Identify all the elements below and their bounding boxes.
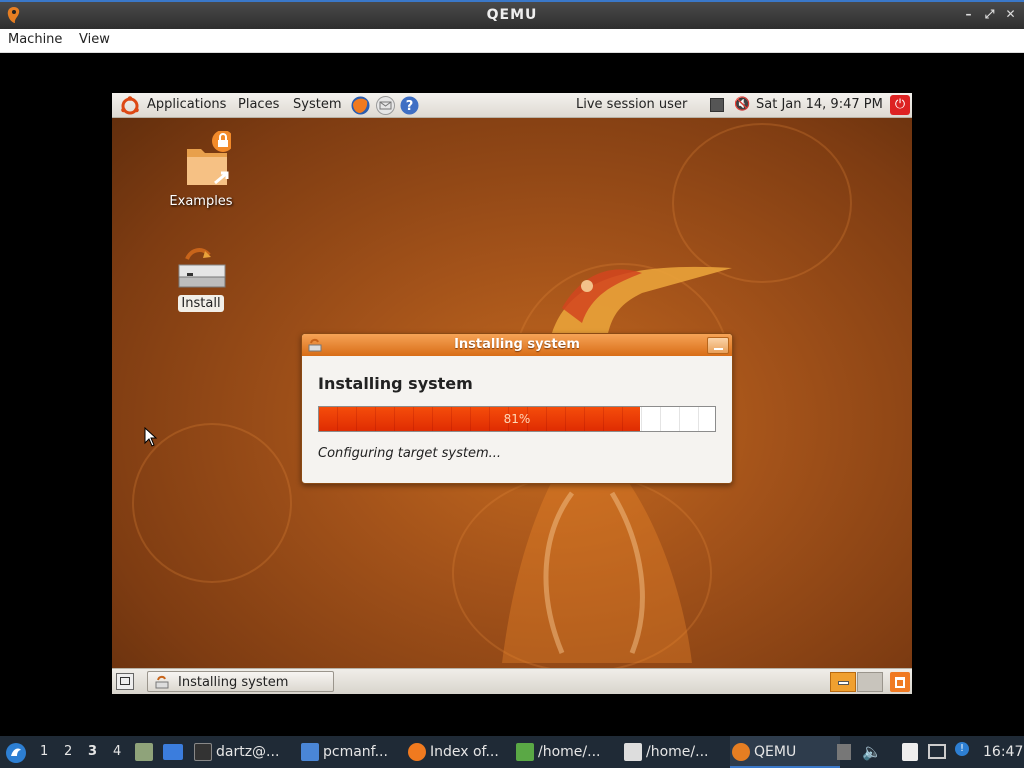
task-home-2[interactable]: /home/... [624, 736, 724, 768]
menu-applications[interactable]: Applications [147, 97, 226, 112]
menu-machine[interactable]: Machine [8, 32, 62, 47]
folder-icon [301, 743, 319, 761]
minimize-button[interactable] [707, 337, 729, 354]
taskbar-button-installing[interactable]: Installing system [147, 671, 334, 692]
mail-icon[interactable] [375, 96, 396, 115]
task-terminal[interactable]: dartz@... [194, 736, 294, 768]
workspace-button-1[interactable]: 1 [40, 744, 48, 759]
desktop-icon-label: Install [178, 295, 224, 312]
menu-view[interactable]: View [79, 32, 110, 47]
qemu-icon [732, 743, 750, 761]
task-label: pcmanf... [323, 744, 388, 760]
menu-system[interactable]: System [293, 97, 341, 112]
desktop-icon-examples[interactable]: Examples [161, 130, 241, 210]
minimize-icon [714, 348, 723, 350]
installing-dialog: Installing system Installing system 81% … [301, 333, 733, 484]
qemu-titlebar: QEMU – ⤢ ✕ [0, 0, 1024, 29]
folder-link-icon [187, 130, 234, 185]
volume-icon[interactable]: 🔈 [862, 742, 882, 761]
trash-icon[interactable] [890, 672, 910, 692]
dialog-heading: Installing system [318, 374, 473, 393]
progress-bar: 81% [318, 406, 716, 432]
taskbar-button-label: Installing system [178, 675, 289, 690]
help-icon[interactable]: ? [400, 96, 419, 115]
menu-places[interactable]: Places [238, 97, 279, 112]
desktop-icon-label: Examples [169, 194, 233, 209]
text-editor-icon [624, 743, 642, 761]
progress-status-text: Configuring target system... [318, 446, 502, 461]
close-icon[interactable]: ✕ [1004, 7, 1018, 21]
archive-icon [516, 743, 534, 761]
svg-text:?: ? [406, 99, 414, 114]
clipboard-icon[interactable] [902, 743, 918, 761]
task-label: /home/... [646, 744, 709, 760]
task-home-1[interactable]: /home/... [516, 736, 618, 768]
installer-icon [178, 248, 226, 288]
workspace-1[interactable] [830, 672, 856, 692]
dialog-title: Installing system [454, 337, 580, 352]
volume-muted-icon[interactable]: 🔇 [734, 97, 750, 112]
task-label: Index of... [430, 744, 499, 760]
session-user-label[interactable]: Live session user [576, 97, 687, 112]
qemu-menubar: Machine View [0, 29, 1024, 53]
task-label: dartz@... [216, 744, 280, 760]
start-menu-icon[interactable] [5, 742, 27, 764]
desktop-icon-install[interactable]: Install [161, 245, 241, 312]
minimize-icon[interactable]: – [962, 7, 976, 21]
desktop-launcher-icon[interactable] [163, 744, 183, 760]
panel-clock[interactable]: Sat Jan 14, 9:47 PM [756, 97, 883, 112]
host-clock[interactable]: 16:47 [983, 744, 1023, 760]
workspace-button-4[interactable]: 4 [113, 744, 121, 759]
show-desktop-icon[interactable] [116, 673, 134, 690]
installer-small-icon [308, 338, 322, 352]
task-qemu[interactable]: QEMU [730, 736, 840, 768]
host-taskbar: 1 2 3 4 dartz@... pcmanf... Index of... … [0, 736, 1024, 768]
task-label: /home/... [538, 744, 601, 760]
network-icon[interactable] [928, 744, 946, 759]
progress-percent-label: 81% [503, 412, 531, 426]
gnome-top-panel: Applications Places System ? Live sessio… [112, 93, 912, 118]
installer-small-icon [155, 675, 169, 689]
workspace-button-3[interactable]: 3 [88, 744, 97, 759]
mouse-cursor-icon [144, 427, 158, 447]
workspace-button-2[interactable]: 2 [64, 744, 72, 759]
guest-screen[interactable]: Applications Places System ? Live sessio… [112, 93, 912, 694]
ubuntu-logo-icon [121, 96, 139, 115]
workspace-2[interactable] [857, 672, 883, 692]
scroll-up-icon[interactable] [837, 744, 851, 760]
power-icon[interactable]: ⏻ [890, 95, 910, 115]
task-label: QEMU [754, 744, 797, 760]
firefox-icon [408, 743, 426, 761]
task-pcmanfm[interactable]: pcmanf... [301, 736, 401, 768]
update-notifier-icon[interactable]: ! [955, 742, 969, 756]
gnome-bottom-panel: Installing system [112, 668, 912, 694]
firefox-icon[interactable] [350, 95, 371, 116]
dialog-titlebar[interactable]: Installing system [302, 334, 732, 356]
restore-icon[interactable]: ⤢ [983, 7, 997, 21]
task-firefox[interactable]: Index of... [408, 736, 510, 768]
terminal-icon [194, 743, 212, 761]
window-title: QEMU [486, 7, 538, 23]
file-manager-launcher-icon[interactable] [135, 743, 153, 761]
network-icon[interactable] [710, 98, 724, 112]
